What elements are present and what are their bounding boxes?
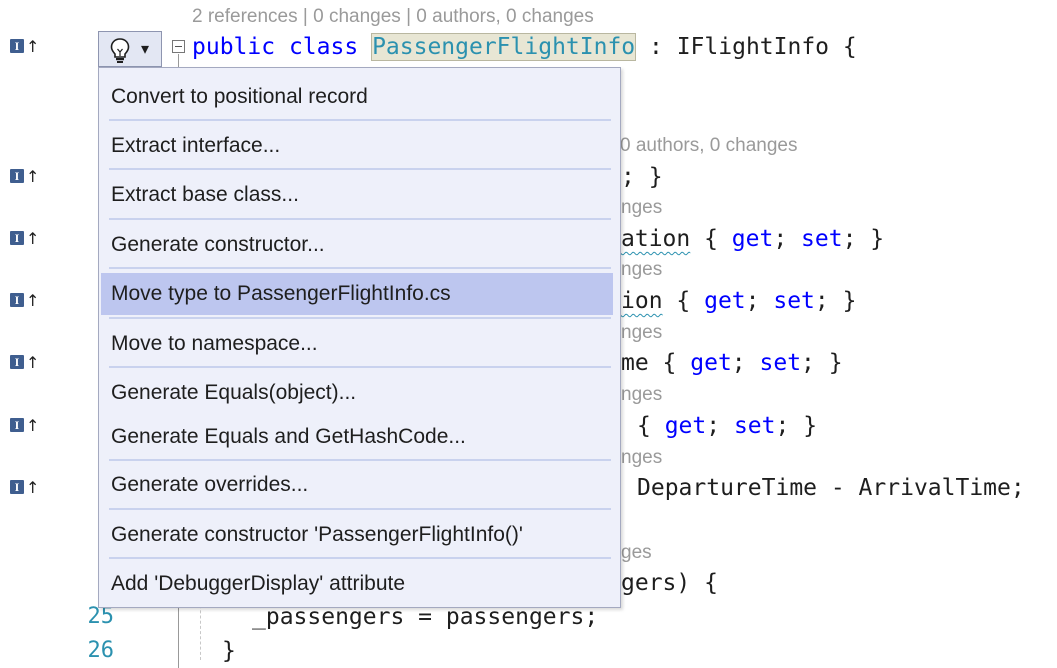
keyword-class: class xyxy=(288,34,359,60)
interface-icon: I xyxy=(10,39,24,53)
arrow-up-icon: ↑ xyxy=(26,353,40,372)
code-punct: ; xyxy=(745,288,774,314)
menu-separator xyxy=(109,366,611,368)
menu-item-move-type-to-file[interactable]: Move type to PassengerFlightInfo.cs xyxy=(101,273,613,315)
code-line[interactable]: gers) { xyxy=(621,568,718,598)
codelens-member[interactable]: nges xyxy=(621,322,662,344)
code-punct: { xyxy=(637,413,665,439)
menu-separator xyxy=(109,168,611,170)
menu-item-convert-to-positional-record[interactable]: Convert to positional record xyxy=(101,76,613,118)
interface-icon: I xyxy=(10,355,24,369)
menu-item-extract-base-class[interactable]: Extract base class... xyxy=(101,174,613,216)
codelens-class[interactable]: 2 references | 0 changes | 0 authors, 0 … xyxy=(192,6,594,28)
menu-separator xyxy=(109,119,611,121)
keyword-get: get xyxy=(731,226,774,252)
identifier: me xyxy=(621,350,649,376)
keyword-set: set xyxy=(733,413,776,439)
codelens-member[interactable]: ges xyxy=(621,542,652,564)
code-line[interactable]: DepartureTime - ArrivalTime; xyxy=(637,473,1025,503)
quick-actions-button[interactable]: ▾ xyxy=(98,31,162,67)
keyword-get: get xyxy=(690,350,732,376)
interface-icon: I xyxy=(10,480,24,494)
code-punct: { xyxy=(690,226,732,252)
interface-icon: I xyxy=(10,231,24,245)
arrow-up-icon: ↑ xyxy=(26,37,40,56)
codelens-member[interactable]: nges xyxy=(621,197,662,219)
keyword-set: set xyxy=(759,350,802,376)
codelens-member[interactable]: nges xyxy=(621,384,662,406)
arrow-up-icon: ↑ xyxy=(26,416,40,435)
code-line[interactable]: ion { get; set; } xyxy=(621,286,856,316)
keyword-public: public xyxy=(192,34,276,60)
keyword-set: set xyxy=(773,288,815,314)
menu-item-add-debuggerdisplay-attribute[interactable]: Add 'DebuggerDisplay' attribute xyxy=(101,563,613,605)
code-line[interactable]: ; } xyxy=(621,162,663,192)
arrow-up-icon: ↑ xyxy=(26,478,40,497)
identifier: ion xyxy=(621,288,663,314)
codelens-member[interactable]: nges xyxy=(621,259,662,281)
line-number: 26 xyxy=(87,638,115,663)
keyword-set: set xyxy=(801,226,843,252)
menu-separator xyxy=(109,317,611,319)
collapse-region-icon[interactable] xyxy=(172,40,185,53)
code-line[interactable]: { get; set; } xyxy=(637,411,817,441)
indent-guide xyxy=(200,600,201,660)
code-punct: ; xyxy=(731,350,760,376)
menu-item-generate-equals-object[interactable]: Generate Equals(object)... xyxy=(101,372,613,414)
code-punct: ; } xyxy=(775,413,818,439)
code-punct: ; } xyxy=(801,350,843,376)
code-punct: ; xyxy=(773,226,802,252)
class-name-highlight[interactable]: PassengerFlightInfo xyxy=(371,33,637,61)
lightbulb-icon xyxy=(110,38,130,63)
quick-actions-menu: Convert to positional record Extract int… xyxy=(98,67,621,608)
chevron-down-icon: ▾ xyxy=(141,39,150,58)
identifier: ation xyxy=(621,226,691,252)
code-line[interactable]: ation { get; set; } xyxy=(621,224,884,254)
arrow-up-icon: ↑ xyxy=(26,291,40,310)
menu-separator xyxy=(109,267,611,269)
code-punct: { xyxy=(662,288,705,314)
keyword-get: get xyxy=(704,288,746,314)
codelens-member[interactable]: nges xyxy=(621,447,662,469)
menu-item-generate-equals-gethashcode[interactable]: Generate Equals and GetHashCode... xyxy=(101,416,613,458)
code-punct: { xyxy=(648,350,691,376)
code-punct: ; xyxy=(706,413,734,439)
menu-separator xyxy=(109,459,611,461)
code-punct: ; } xyxy=(814,288,857,314)
interface-icon: I xyxy=(10,418,24,432)
code-line[interactable]: me { get; set; } xyxy=(621,348,843,378)
code-line-class-declaration[interactable]: public class PassengerFlightInfo : IFlig… xyxy=(192,32,857,62)
menu-item-generate-constructor[interactable]: Generate constructor... xyxy=(101,224,613,266)
base-type: : IFlightInfo { xyxy=(635,34,857,60)
code-punct: ; } xyxy=(842,226,885,252)
arrow-up-icon: ↑ xyxy=(26,229,40,248)
menu-item-generate-constructor-passengerflightinfo[interactable]: Generate constructor 'PassengerFlightInf… xyxy=(101,514,613,556)
menu-separator xyxy=(109,218,611,220)
arrow-up-icon: ↑ xyxy=(26,167,40,186)
interface-icon: I xyxy=(10,169,24,183)
keyword-get: get xyxy=(664,413,707,439)
menu-item-move-to-namespace[interactable]: Move to namespace... xyxy=(101,323,613,365)
menu-item-generate-overrides[interactable]: Generate overrides... xyxy=(101,464,613,506)
interface-icon: I xyxy=(10,293,24,307)
menu-item-extract-interface[interactable]: Extract interface... xyxy=(101,125,613,167)
code-line[interactable]: } xyxy=(222,636,236,666)
menu-separator xyxy=(109,508,611,510)
menu-separator xyxy=(109,557,611,559)
codelens-member[interactable]: 0 authors, 0 changes xyxy=(620,135,797,157)
